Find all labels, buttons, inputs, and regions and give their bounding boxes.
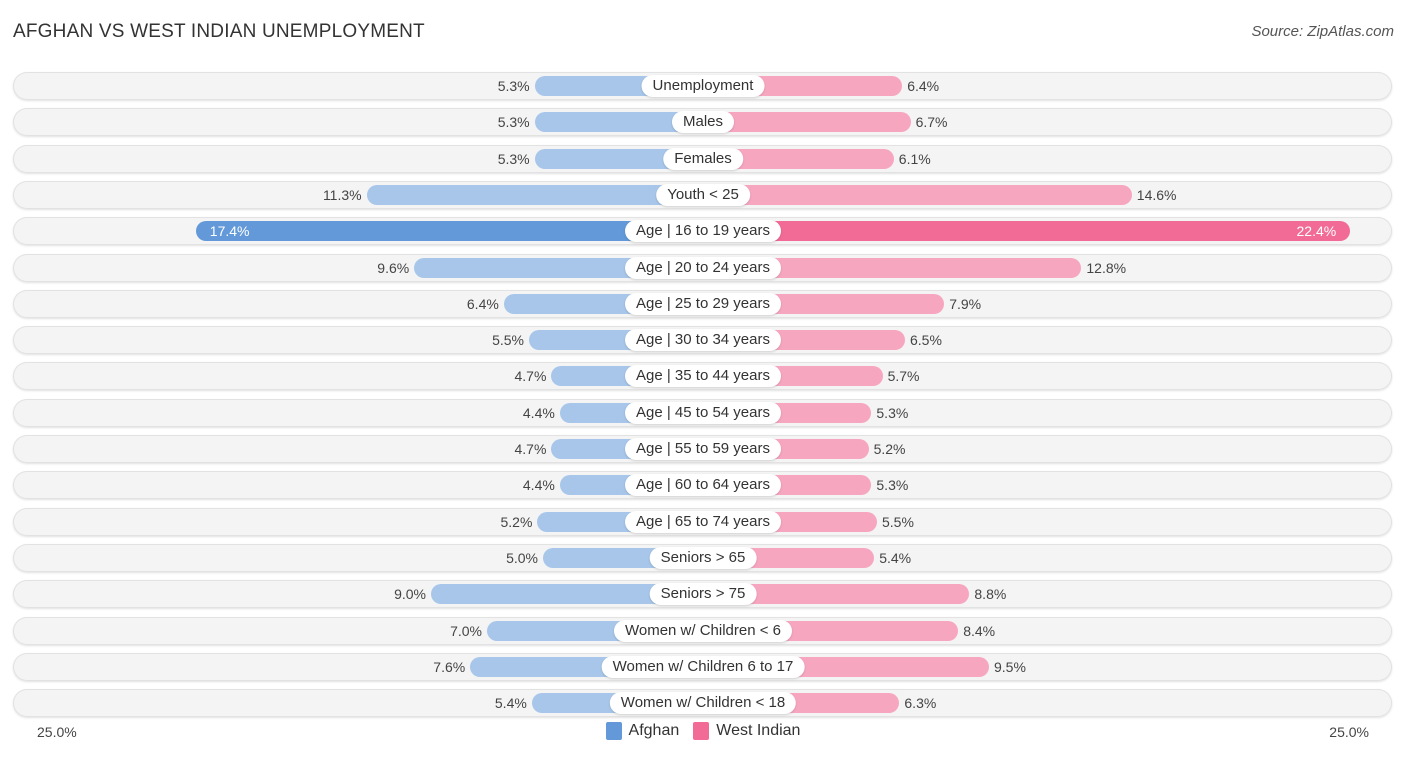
category-label: Age | 35 to 44 years: [625, 365, 781, 388]
category-label: Women w/ Children < 18: [609, 692, 797, 715]
value-label-afghan: 5.0%: [506, 549, 538, 566]
category-label: Age | 16 to 19 years: [625, 220, 781, 243]
category-label: Women w/ Children 6 to 17: [601, 655, 805, 678]
value-label-west-indian: 12.8%: [1086, 259, 1127, 276]
value-label-west-indian: 9.5%: [994, 658, 1026, 675]
bar-west-indian[interactable]: [703, 184, 1132, 205]
value-label-west-indian: 6.7%: [915, 114, 948, 131]
bar-afghan[interactable]: [366, 184, 703, 205]
value-label-afghan: 4.7%: [514, 441, 547, 457]
value-label-west-indian: 5.3%: [876, 477, 909, 494]
value-label-afghan: 4.7%: [514, 368, 547, 385]
category-label: Seniors > 65: [649, 546, 757, 569]
legend-swatch-afghan: [605, 722, 622, 740]
category-label: Age | 60 to 64 years: [625, 474, 781, 497]
category-label: Seniors > 75: [649, 583, 757, 606]
value-label-afghan: 5.2%: [500, 513, 533, 530]
value-label-west-indian: 5.5%: [882, 513, 914, 530]
chart-source: Source: ZipAtlas.com: [1251, 23, 1394, 40]
value-label-afghan: 4.4%: [522, 404, 555, 421]
category-label: Males: [671, 111, 735, 134]
value-label-west-indian: 5.7%: [887, 368, 920, 385]
bar-west-indian[interactable]: [703, 221, 1351, 242]
value-label-afghan: 5.3%: [497, 114, 530, 131]
legend-swatch-west-indian: [693, 722, 710, 740]
category-label: Age | 55 to 59 years: [625, 438, 781, 460]
value-label-afghan: 5.4%: [494, 695, 527, 712]
value-label-afghan: 11.3%: [322, 186, 362, 203]
legend: Afghan West Indian: [0, 722, 1406, 740]
value-label-west-indian: 6.1%: [898, 150, 931, 167]
value-label-west-indian: 8.8%: [974, 586, 1007, 603]
value-label-west-indian: 14.6%: [1136, 186, 1177, 203]
value-label-afghan: 9.6%: [377, 259, 410, 276]
value-label-afghan: 7.6%: [433, 658, 466, 675]
value-label-afghan: 6.4%: [466, 295, 499, 312]
value-label-west-indian: 22.4%: [1296, 223, 1337, 240]
value-label-afghan: 17.4%: [209, 223, 250, 240]
chart-root: AFGHAN VS WEST INDIAN UNEMPLOYMENT Sourc…: [0, 0, 1406, 757]
legend-item-afghan[interactable]: Afghan: [605, 722, 680, 740]
value-label-afghan: 5.5%: [492, 332, 524, 349]
chart-title: AFGHAN VS WEST INDIAN UNEMPLOYMENT: [13, 21, 425, 42]
category-label: Unemployment: [641, 75, 765, 97]
category-label: Youth < 25: [656, 183, 750, 206]
value-label-west-indian: 7.9%: [949, 295, 982, 312]
value-label-afghan: 4.4%: [522, 477, 555, 494]
value-label-west-indian: 6.5%: [910, 332, 942, 349]
category-label: Women w/ Children < 6: [613, 619, 793, 642]
category-label: Females: [663, 147, 743, 170]
value-label-west-indian: 5.3%: [876, 404, 909, 421]
category-label: Age | 25 to 29 years: [625, 292, 781, 315]
value-label-afghan: 5.3%: [497, 150, 530, 167]
value-label-west-indian: 6.4%: [907, 78, 940, 94]
category-label: Age | 20 to 24 years: [625, 256, 781, 279]
value-label-west-indian: 5.2%: [873, 441, 906, 457]
category-label: Age | 45 to 54 years: [625, 401, 781, 424]
bar-west-indian[interactable]: [703, 112, 911, 133]
legend-label-afghan: Afghan: [628, 722, 680, 739]
category-label: Age | 30 to 34 years: [625, 329, 781, 352]
value-label-west-indian: 8.4%: [963, 622, 996, 639]
legend-item-west-indian[interactable]: West Indian: [693, 722, 800, 740]
value-label-afghan: 9.0%: [394, 586, 426, 603]
value-label-afghan: 5.3%: [497, 78, 530, 94]
value-label-afghan: 7.0%: [450, 622, 482, 639]
legend-label-west-indian: West Indian: [716, 722, 801, 739]
value-label-west-indian: 6.3%: [904, 695, 937, 712]
value-label-west-indian: 5.4%: [879, 549, 912, 566]
category-label: Age | 65 to 74 years: [625, 510, 781, 533]
